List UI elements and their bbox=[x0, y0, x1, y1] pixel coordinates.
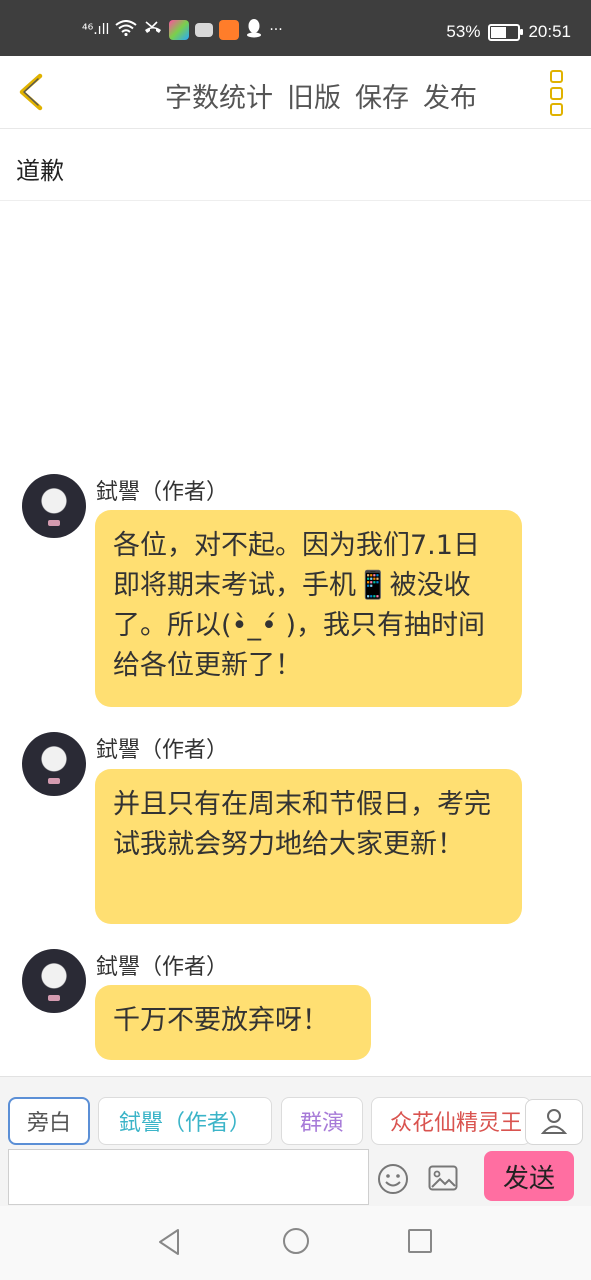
message-author: 鉽譻（作者） bbox=[96, 738, 229, 763]
manage-roles-button[interactable] bbox=[525, 1099, 583, 1145]
battery-level bbox=[491, 26, 507, 38]
message-bubble[interactable]: 并且只有在周末和节假日，考完试我就会努力地给大家更新！ bbox=[95, 769, 522, 924]
qq-icon bbox=[245, 18, 263, 42]
send-button[interactable]: 发送 bbox=[484, 1151, 574, 1201]
more-dot bbox=[550, 70, 563, 83]
chapter-title-bar[interactable]: 道歉 bbox=[0, 129, 591, 201]
role-chip-flower-king[interactable]: 众花仙精灵王 bbox=[371, 1097, 531, 1145]
signal-icon: ⁴⁶.ıll bbox=[82, 22, 110, 38]
nav-back-icon[interactable] bbox=[157, 1228, 181, 1256]
role-chip-author[interactable]: 鉽譻（作者） bbox=[98, 1097, 272, 1145]
more-menu-button[interactable] bbox=[550, 70, 564, 116]
nav-home-icon[interactable] bbox=[282, 1227, 310, 1255]
role-chip-narrator[interactable]: 旁白 bbox=[8, 1097, 90, 1145]
message-author: 鉽譻（作者） bbox=[96, 480, 229, 505]
save-link[interactable]: 保存 bbox=[355, 76, 409, 115]
word-count-link[interactable]: 字数统计 bbox=[165, 76, 273, 115]
nav-recents-icon[interactable] bbox=[407, 1228, 433, 1254]
insert-image-button[interactable] bbox=[428, 1165, 458, 1191]
role-chip-extras[interactable]: 群演 bbox=[281, 1097, 363, 1145]
avatar[interactable] bbox=[22, 949, 86, 1013]
status-icons: ⁴⁶.ıll ··· bbox=[82, 18, 283, 42]
person-icon bbox=[540, 1109, 568, 1134]
more-dot bbox=[550, 86, 563, 100]
wifi-icon bbox=[115, 20, 137, 40]
notification-app-icon bbox=[195, 23, 214, 37]
publish-link[interactable]: 发布 bbox=[423, 76, 477, 115]
clock: 20:51 bbox=[528, 22, 571, 41]
message-author: 鉽譻（作者） bbox=[96, 955, 229, 980]
more-dot bbox=[550, 103, 563, 116]
play-app-icon bbox=[219, 20, 240, 40]
message-bubble[interactable]: 各位，对不起。因为我们7.1日即将期末考试，手机📱被没收了。所以(•̀_•́ )… bbox=[95, 510, 522, 707]
system-nav-bar bbox=[0, 1206, 591, 1280]
chapter-title[interactable]: 道歉 bbox=[16, 151, 64, 186]
status-right: 53% 20:51 bbox=[446, 22, 571, 42]
battery-percent: 53% bbox=[446, 22, 481, 41]
avatar[interactable] bbox=[22, 474, 86, 538]
toolbar-links: 字数统计 旧版 保存 发布 bbox=[165, 76, 491, 115]
emoji-button[interactable] bbox=[377, 1163, 409, 1195]
status-bar: ⁴⁶.ıll ··· 53% 20:51 bbox=[0, 0, 591, 56]
missed-call-icon bbox=[143, 20, 163, 40]
video-app-icon bbox=[169, 20, 190, 40]
avatar[interactable] bbox=[22, 732, 86, 796]
editor-toolbar: 字数统计 旧版 保存 发布 bbox=[0, 56, 591, 129]
message-input[interactable] bbox=[8, 1149, 369, 1205]
composer-panel: 旁白 鉽譻（作者） 群演 众花仙精灵王 发送 bbox=[0, 1076, 591, 1207]
image-icon bbox=[428, 1165, 458, 1191]
back-button[interactable] bbox=[14, 72, 48, 112]
battery-icon bbox=[488, 23, 524, 41]
message-bubble[interactable]: 千万不要放弃呀！ bbox=[95, 985, 371, 1060]
old-version-link[interactable]: 旧版 bbox=[287, 76, 341, 115]
overflow-dots-icon: ··· bbox=[269, 22, 283, 38]
chevron-left-icon bbox=[19, 73, 43, 111]
smiley-icon bbox=[378, 1164, 408, 1194]
